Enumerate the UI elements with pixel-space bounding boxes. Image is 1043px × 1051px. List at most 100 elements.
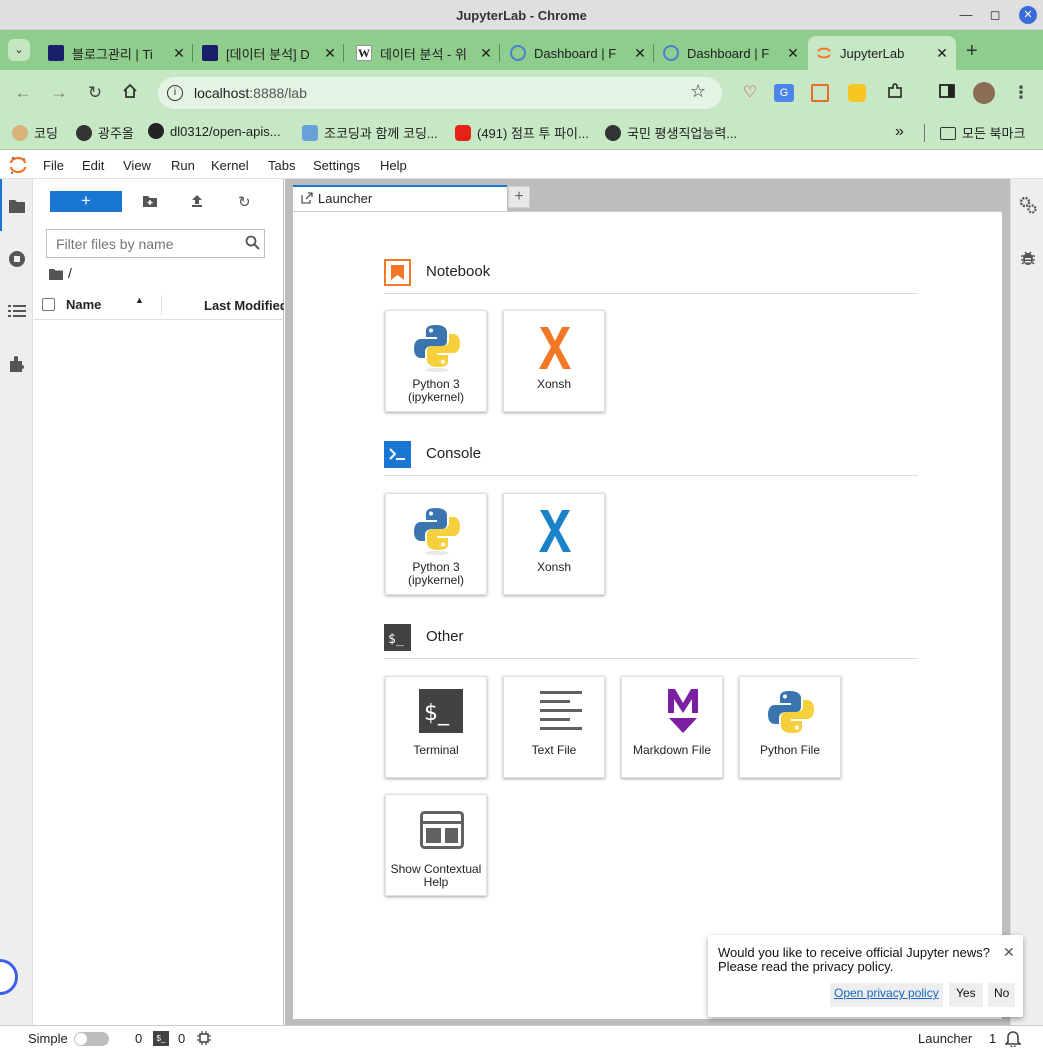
new-folder-icon[interactable] [142,194,158,213]
bookmark-star-icon[interactable]: ☆ [690,81,706,102]
bookmarks-overflow-icon[interactable]: » [895,123,904,141]
back-arrow-icon[interactable]: ← [12,82,34,104]
menu-settings[interactable]: Settings [313,158,360,173]
extension-grid-icon[interactable] [811,84,829,102]
filter-files-input[interactable]: Filter files by name [46,229,265,258]
python-logo-icon [410,502,464,556]
notebook-python3-card[interactable]: Python 3 (ipykernel) [385,310,487,412]
menu-file[interactable]: File [43,158,64,173]
site-info-icon[interactable]: i [167,85,183,101]
terminal-count[interactable]: 0 [178,1031,185,1046]
tab-launcher[interactable]: Launcher [293,185,507,211]
browser-tab-5[interactable]: Dashboard | F ✕ [655,36,807,70]
reload-icon[interactable]: ↻ [84,82,106,104]
pocket-icon[interactable]: ♡ [739,82,761,104]
all-bookmarks-folder[interactable]: 모든 북마크 [940,123,1025,142]
upload-icon[interactable] [190,194,204,213]
menu-kernel[interactable]: Kernel [211,158,249,173]
tistory-favicon-icon [202,45,218,61]
minimize-button[interactable]: — [957,6,975,24]
bookmark-item[interactable]: dl0312/open-apis... [148,123,281,139]
menu-tabs[interactable]: Tabs [268,158,295,173]
browser-tabstrip: ⌄ 블로그관리 | Ti ✕ [데이터 분석] D ✕ W 데이터 분석 - 위… [0,30,1043,70]
breadcrumb: / [49,265,72,285]
console-xonsh-card[interactable]: Xonsh [503,493,605,595]
terminal-card[interactable]: $_ Terminal [385,676,487,778]
property-inspector-gears-icon[interactable] [1018,195,1038,220]
cpu-chip-icon[interactable] [197,1031,211,1048]
browser-tab-4[interactable]: Dashboard | F ✕ [502,36,654,70]
text-file-card[interactable]: Text File [503,676,605,778]
bookmark-item[interactable]: (491) 점프 투 파이... [455,123,589,142]
keep-icon[interactable] [848,84,866,102]
menu-view[interactable]: View [123,158,151,173]
column-last-modified[interactable]: Last Modified [204,298,284,313]
no-button[interactable]: No [988,983,1016,1007]
markdown-file-card[interactable]: Markdown File [621,676,723,778]
maximize-button[interactable]: ◻ [986,6,1004,24]
close-tab-icon[interactable]: ✕ [322,45,338,62]
menu-edit[interactable]: Edit [82,158,104,173]
simple-mode-toggle[interactable] [74,1032,109,1046]
browser-tab-1[interactable]: 블로그관리 | Ti ✕ [40,36,193,70]
menu-help[interactable]: Help [380,158,407,173]
table-of-contents-icon[interactable] [8,303,26,324]
yes-button[interactable]: Yes [949,983,983,1007]
home-icon[interactable] [119,82,141,104]
browser-tab-3[interactable]: W 데이터 분석 - 위 ✕ [348,36,500,70]
section-title-notebook: Notebook [426,263,491,280]
running-sessions-icon[interactable] [8,250,26,273]
address-bar[interactable]: i localhost:8888/lab ☆ [158,77,722,109]
terminal-icon: $_ [414,689,468,743]
bookmark-item[interactable]: 조코딩과 함께 코딩... [302,123,438,142]
console-python3-card[interactable]: Python 3 (ipykernel) [385,493,487,595]
bookmark-item[interactable]: 국민 평생직업능력... [605,123,737,142]
extensions-puzzle-icon[interactable] [884,82,906,104]
browser-tab-2[interactable]: [데이터 분석] D ✕ [194,36,344,70]
python-file-card[interactable]: Python File [739,676,841,778]
new-launcher-button[interactable]: + [50,191,122,212]
column-name[interactable]: Name [66,297,101,312]
menu-run[interactable]: Run [171,158,195,173]
close-tab-icon[interactable]: ✕ [632,45,648,62]
close-tab-icon[interactable]: ✕ [934,45,950,62]
add-tab-button[interactable]: + [508,186,530,208]
notification-count[interactable]: 1 [989,1031,996,1046]
jupyter-menubar: File Edit View Run Kernel Tabs Settings … [0,151,1043,179]
breadcrumb-root[interactable]: / [68,265,88,281]
folder-icon[interactable] [8,198,26,219]
bookmark-item[interactable]: 코딩 [12,123,58,142]
tab-search-button[interactable]: ⌄ [8,39,30,61]
monitor-favicon-icon [302,124,318,141]
notification-message-line2: Please read the privacy policy. [718,959,894,974]
terminal-section-icon: $_ [384,624,411,651]
select-all-checkbox[interactable] [42,298,55,311]
left-sidebar [0,179,33,1025]
refresh-icon[interactable]: ↻ [238,193,251,211]
kernel-count[interactable]: 0 [135,1031,142,1046]
close-tab-icon[interactable]: ✕ [785,45,801,62]
bell-icon[interactable] [1004,1030,1022,1050]
extension-manager-icon[interactable] [8,355,26,378]
close-notification-icon[interactable]: ✕ [1003,944,1015,961]
forward-arrow-icon[interactable]: → [48,82,70,104]
translate-icon[interactable]: G [774,84,794,102]
address-url[interactable]: localhost:8888/lab [194,85,307,101]
debugger-bug-icon[interactable] [1019,249,1037,272]
open-privacy-policy-button[interactable]: Open privacy policy [830,983,943,1007]
chrome-menu-icon[interactable]: ⋮ [1010,82,1032,104]
contextual-help-card[interactable]: Show Contextual Help [385,794,487,896]
browser-tab-jupyterlab[interactable]: JupyterLab ✕ [808,36,956,70]
section-title-other: Other [426,628,464,645]
new-tab-button[interactable]: + [966,40,978,63]
profile-avatar[interactable] [973,82,995,104]
sort-ascending-icon: ▲ [135,295,144,305]
close-tab-icon[interactable]: ✕ [171,45,187,62]
folder-icon [49,269,63,280]
close-window-button[interactable]: ✕ [1019,6,1037,24]
bookmark-item[interactable]: 광주올 [76,123,134,142]
close-tab-icon[interactable]: ✕ [478,45,494,62]
side-panel-icon[interactable] [936,82,958,104]
notebook-xonsh-card[interactable]: Xonsh [503,310,605,412]
floating-assistant-icon[interactable] [0,959,18,995]
